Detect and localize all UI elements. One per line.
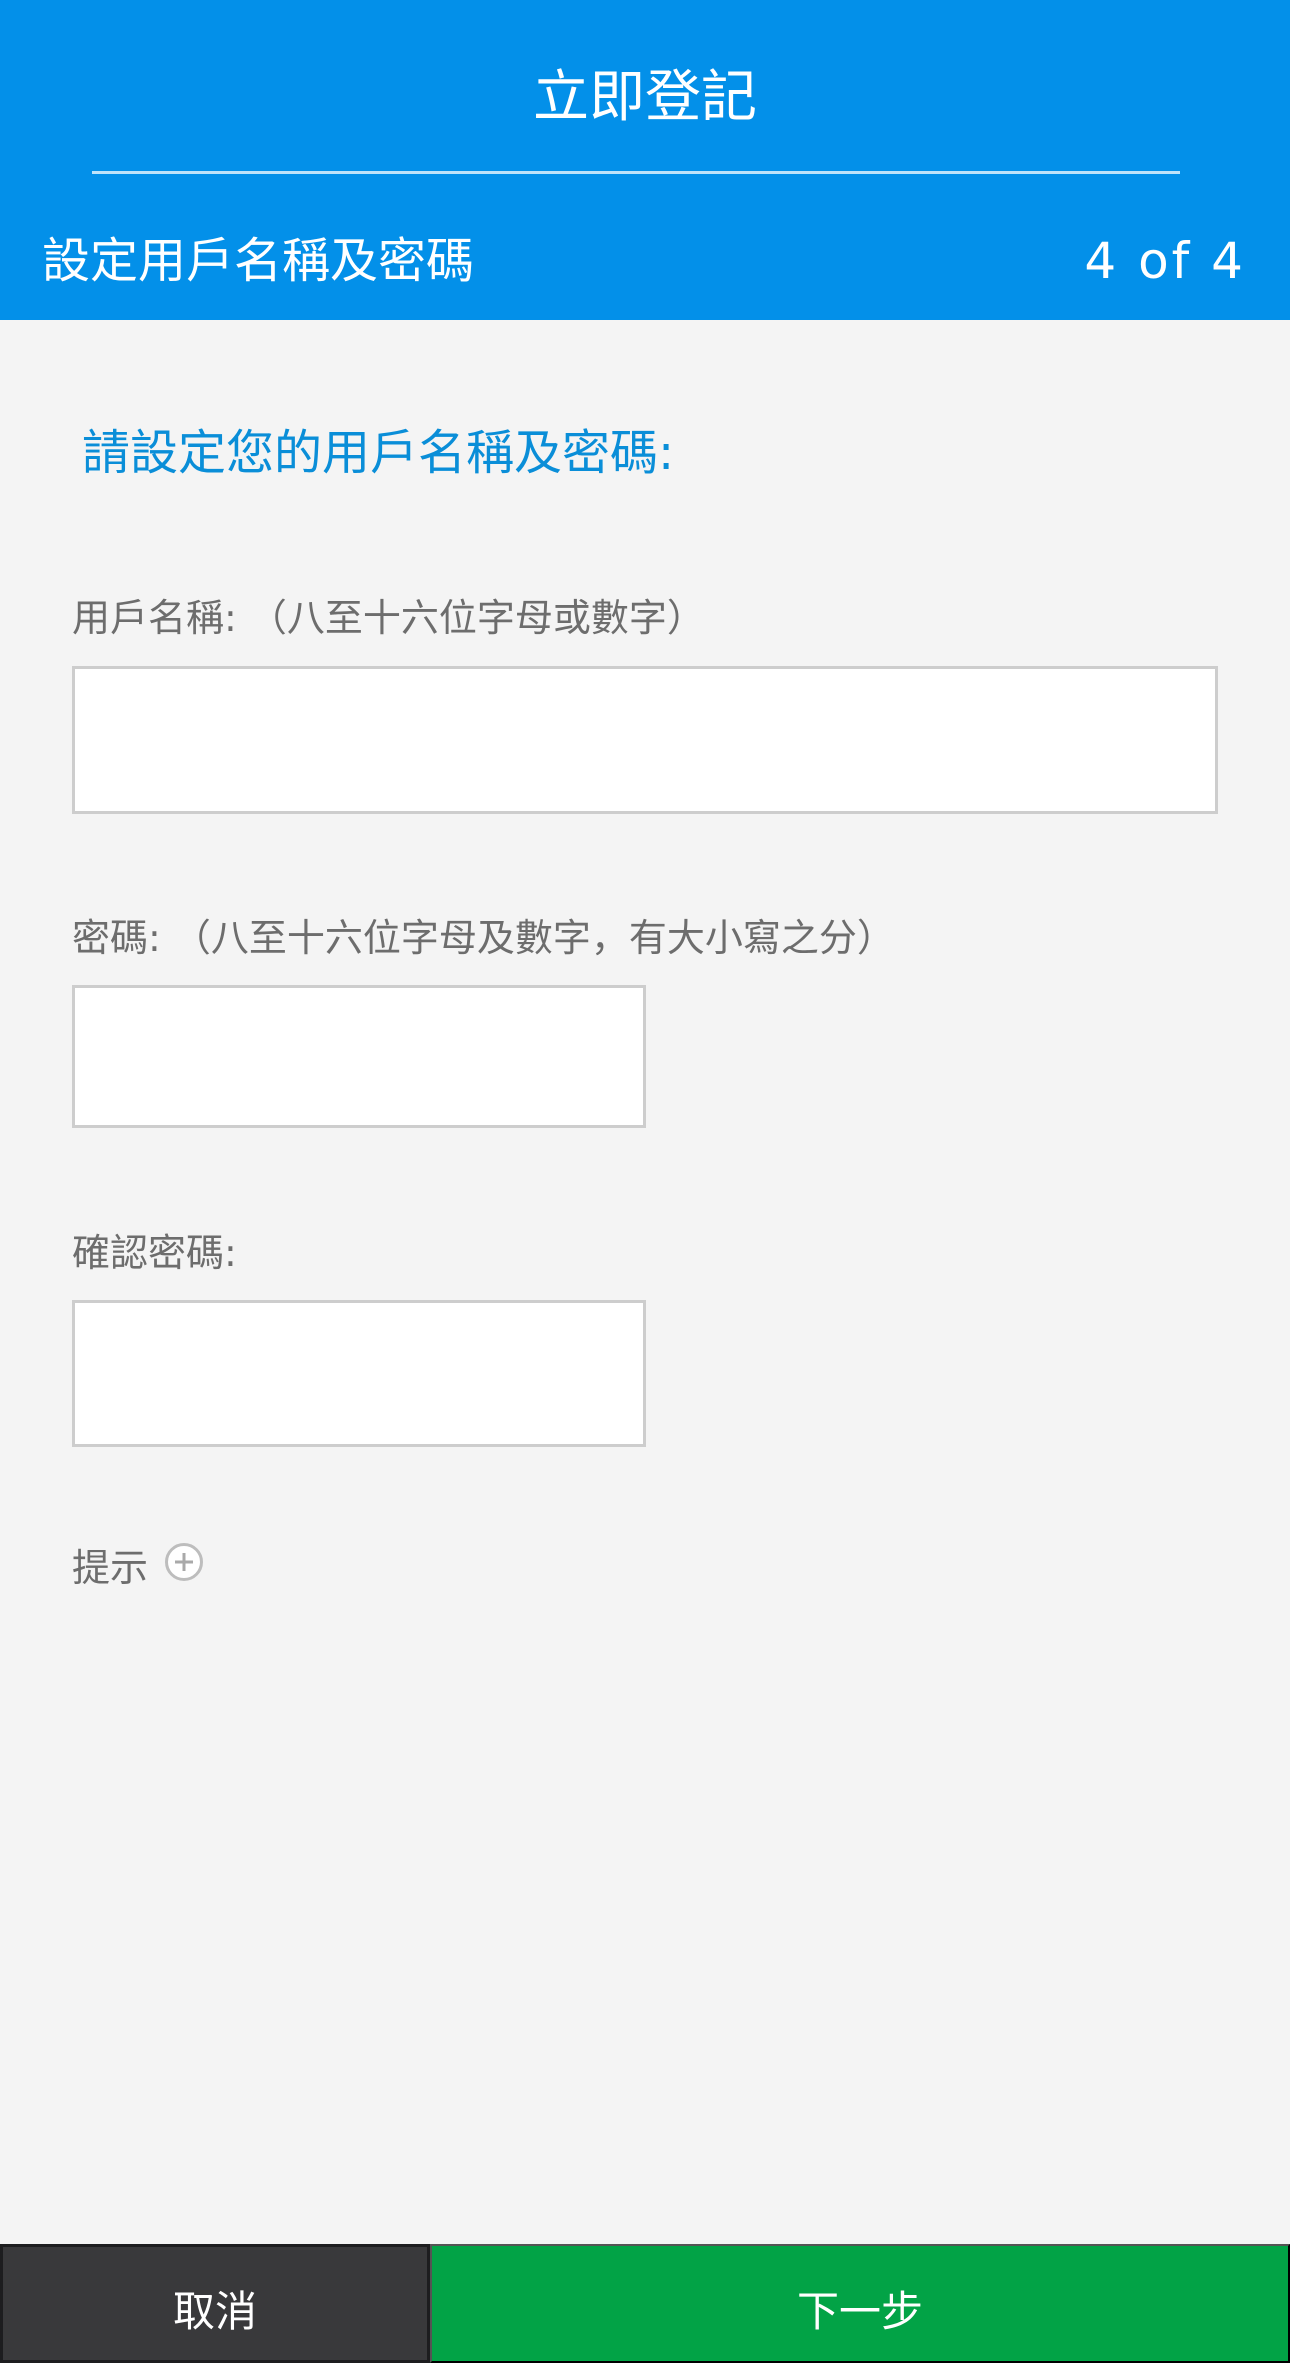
confirm-password-input[interactable]	[72, 1300, 646, 1447]
password-input[interactable]	[72, 985, 646, 1128]
username-input[interactable]	[72, 666, 1218, 814]
plus-circle-icon[interactable]	[164, 1542, 204, 1582]
cancel-button[interactable]: 取消	[0, 2244, 430, 2363]
registration-page: 立即登記 設定用戶名稱及密碼 4 of 4 請設定您的用戶名稱及密碼: 用戶名稱…	[0, 0, 1290, 2363]
hint-toggle[interactable]: 提示	[72, 1540, 204, 1596]
step-counter: 4 of 4	[1084, 232, 1246, 290]
username-label: 用戶名稱: （八至十六位字母或數字）	[72, 596, 705, 640]
form-instruction: 請設定您的用戶名稱及密碼:	[82, 425, 675, 481]
step-title: 設定用戶名稱及密碼	[42, 233, 475, 289]
page-title: 立即登記	[533, 65, 757, 130]
confirm-password-label: 確認密碼:	[72, 1231, 237, 1275]
next-step-button[interactable]: 下一步	[430, 2244, 1290, 2363]
password-label: 密碼: （八至十六位字母及數字，有大小寫之分）	[72, 916, 895, 960]
header-bar: 立即登記 設定用戶名稱及密碼 4 of 4	[0, 0, 1290, 320]
bottom-action-bar: 取消 下一步	[0, 2244, 1290, 2363]
hint-label: 提示	[72, 1546, 149, 1590]
header-divider	[92, 171, 1180, 174]
